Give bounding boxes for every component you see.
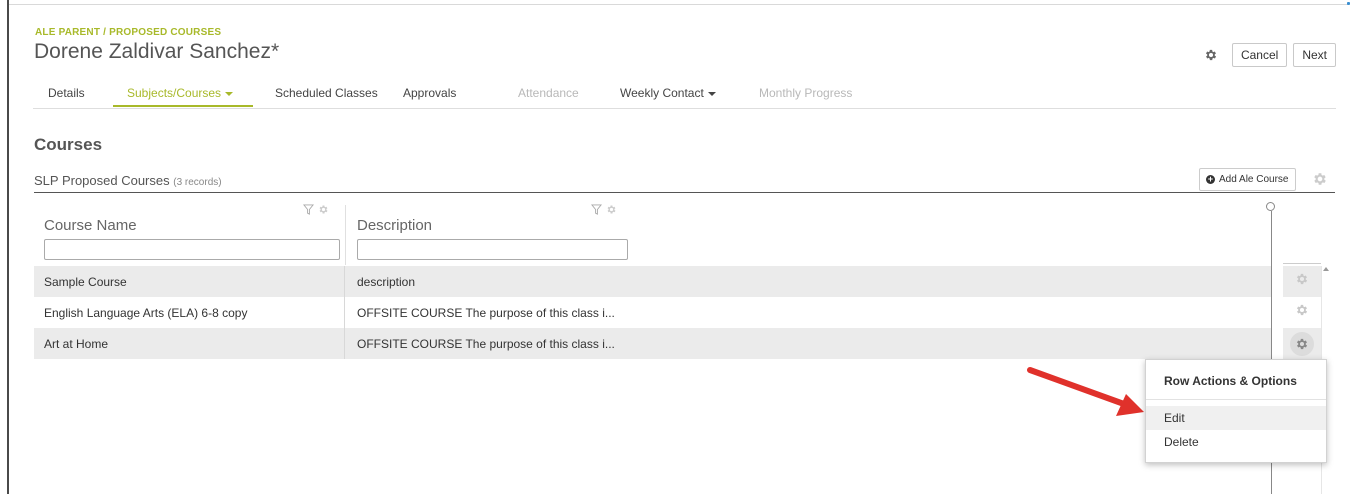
tab-subjects-courses[interactable]: Subjects/Courses xyxy=(127,86,234,100)
red-arrow-annotation xyxy=(1027,367,1144,416)
row-actions-menu: Row Actions & Options Edit Delete xyxy=(1145,359,1327,463)
column-resize-handle[interactable] xyxy=(1266,202,1275,211)
menu-item-edit[interactable]: Edit xyxy=(1146,406,1326,430)
grid-title-text: SLP Proposed Courses xyxy=(34,173,170,188)
settings-gear-icon[interactable] xyxy=(1202,46,1220,64)
tab-approvals[interactable]: Approvals xyxy=(403,86,456,100)
top-border xyxy=(9,4,1348,5)
tab-label: Details xyxy=(48,86,85,100)
section-title: Courses xyxy=(34,135,103,154)
description-cell: description xyxy=(357,274,416,289)
caret-down-icon xyxy=(707,91,716,96)
row-action-cell xyxy=(1283,266,1321,297)
grid-title: SLP Proposed Courses (3 records) xyxy=(34,173,222,188)
description-cell: OFFSITE COURSE The purpose of this class… xyxy=(357,336,615,351)
course-name-cell: Sample Course xyxy=(34,266,345,297)
course-name-cell: Art at Home xyxy=(34,328,345,359)
menu-item-delete[interactable]: Delete xyxy=(1146,430,1326,454)
course-name-filter-input[interactable] xyxy=(44,239,340,260)
table-row[interactable]: Sample Course description xyxy=(34,266,1272,297)
tab-attendance: Attendance xyxy=(518,86,579,100)
tab-label: Attendance xyxy=(518,86,579,100)
tab-monthly-progress: Monthly Progress xyxy=(759,86,852,100)
row-action-cell xyxy=(1283,297,1321,328)
tab-label: Monthly Progress xyxy=(759,86,853,100)
row-actions-column xyxy=(1283,266,1321,359)
plus-circle-icon: + xyxy=(1206,174,1215,184)
tab-weekly-contact[interactable]: Weekly Contact xyxy=(620,86,716,100)
course-name-cell: English Language Arts (ELA) 6-8 copy xyxy=(34,297,345,328)
add-ale-course-button[interactable]: + Add Ale Course xyxy=(1199,168,1296,191)
name-column-tools xyxy=(302,202,329,220)
action-column-header-rule xyxy=(1283,263,1321,264)
description-column-tools xyxy=(590,202,617,220)
scroll-up-arrow-icon[interactable] xyxy=(1323,267,1329,271)
cancel-button[interactable]: Cancel xyxy=(1231,43,1288,67)
tab-label: Scheduled Classes xyxy=(275,86,378,100)
caret-down-icon xyxy=(225,91,234,96)
row-gear-icon[interactable] xyxy=(1295,303,1309,322)
left-border xyxy=(7,0,9,494)
record-count: (3 records) xyxy=(173,177,222,188)
row-action-cell xyxy=(1283,328,1321,359)
row-gear-icon-active[interactable] xyxy=(1290,331,1314,356)
breadcrumb[interactable]: ALE PARENT / PROPOSED COURSES xyxy=(35,27,221,38)
tab-label: Approvals xyxy=(403,86,457,100)
column-header-description[interactable]: Description xyxy=(357,217,432,234)
tab-label: Subjects/Courses xyxy=(127,86,222,100)
row-gear-icon[interactable] xyxy=(1295,272,1309,291)
page-title: Dorene Zaldivar Sanchez* xyxy=(34,40,280,63)
tab-label: Weekly Contact xyxy=(620,86,704,100)
tab-scheduled-classes[interactable]: Scheduled Classes xyxy=(275,86,378,100)
grid-settings-gear-icon[interactable] xyxy=(1312,171,1328,192)
corner-indicator xyxy=(1347,2,1350,5)
table-row[interactable]: Art at Home OFFSITE COURSE The purpose o… xyxy=(34,328,1272,359)
grid-body: Sample Course description English Langua… xyxy=(34,266,1272,359)
menu-title: Row Actions & Options xyxy=(1146,360,1326,400)
filter-icon[interactable] xyxy=(302,202,315,220)
column-gear-icon[interactable] xyxy=(318,202,329,220)
description-cell: OFFSITE COURSE The purpose of this class… xyxy=(357,305,615,320)
header-actions: Cancel Next xyxy=(1202,43,1336,67)
filter-icon[interactable] xyxy=(590,202,603,220)
tab-bar: Details Subjects/Courses Scheduled Class… xyxy=(33,80,1336,109)
column-divider xyxy=(345,205,346,265)
table-row[interactable]: English Language Arts (ELA) 6-8 copy OFF… xyxy=(34,297,1272,328)
add-button-label: Add Ale Course xyxy=(1219,174,1289,185)
description-filter-input[interactable] xyxy=(357,239,628,260)
tab-details[interactable]: Details xyxy=(48,86,85,100)
column-header-course-name[interactable]: Course Name xyxy=(44,217,137,234)
grid-header-rule xyxy=(34,192,1335,193)
column-gear-icon[interactable] xyxy=(606,202,617,220)
next-button[interactable]: Next xyxy=(1293,43,1336,67)
active-tab-indicator xyxy=(113,105,253,107)
